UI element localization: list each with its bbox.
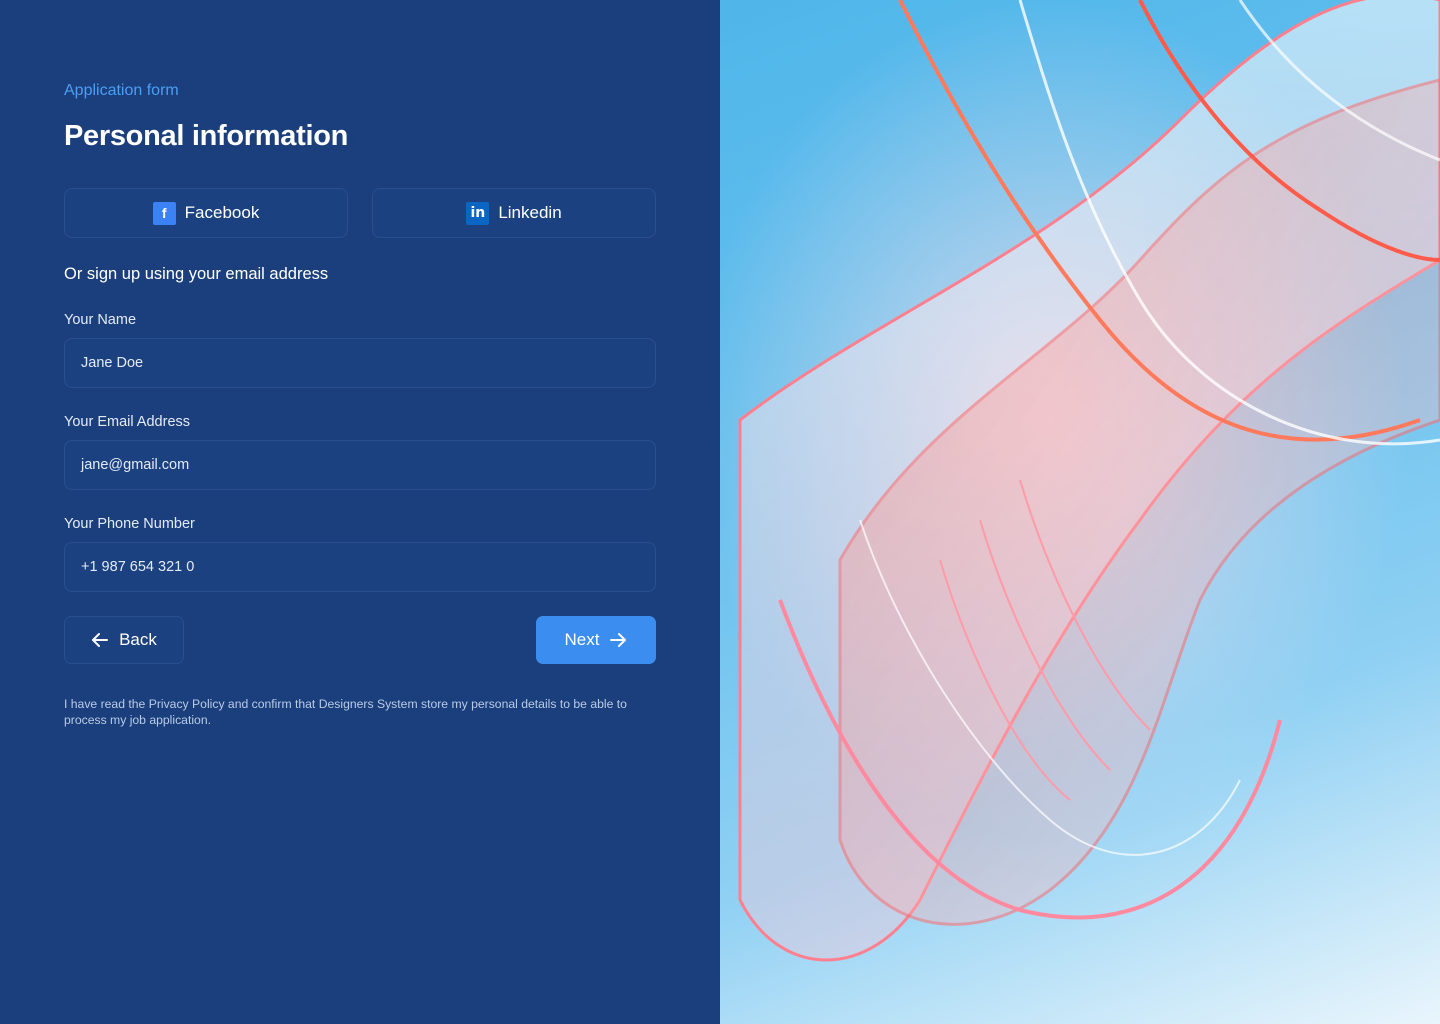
facebook-button[interactable]: f Facebook	[64, 188, 348, 238]
name-field-value: Jane Doe	[81, 355, 144, 371]
alt-signup-text: Or sign up using your email address	[64, 265, 329, 283]
abstract-ribbon-illustration	[720, 0, 1440, 962]
back-button-label: Back	[119, 630, 157, 649]
name-field[interactable]: Jane Doe	[64, 338, 656, 388]
hero-image	[720, 0, 1440, 1024]
phone-field[interactable]: +1 987 654 321 0	[64, 542, 656, 592]
arrow-right-icon	[610, 633, 627, 647]
next-button[interactable]: Next	[536, 616, 656, 664]
form-panel: Application form Personal information f …	[0, 0, 720, 1024]
privacy-disclaimer: I have read the Privacy Policy and confi…	[64, 697, 627, 727]
arrow-left-icon	[92, 633, 109, 647]
facebook-icon: f	[152, 201, 176, 225]
phone-field-value: +1 987 654 321 0	[81, 559, 195, 575]
name-label: Your Name	[64, 312, 137, 328]
page-title: Personal information	[64, 120, 349, 152]
email-field-value: jane@gmail.com	[81, 457, 190, 473]
form-eyebrow: Application form	[64, 82, 179, 99]
back-button[interactable]: Back	[64, 616, 184, 664]
next-button-label: Next	[564, 630, 600, 649]
email-label: Your Email Address	[64, 414, 191, 430]
email-field[interactable]: jane@gmail.com	[64, 440, 656, 490]
linkedin-button-label: Linkedin	[498, 203, 562, 222]
linkedin-icon: in	[466, 201, 490, 225]
facebook-button-label: Facebook	[184, 203, 260, 222]
phone-label: Your Phone Number	[64, 516, 195, 532]
linkedin-button[interactable]: in Linkedin	[372, 188, 656, 238]
